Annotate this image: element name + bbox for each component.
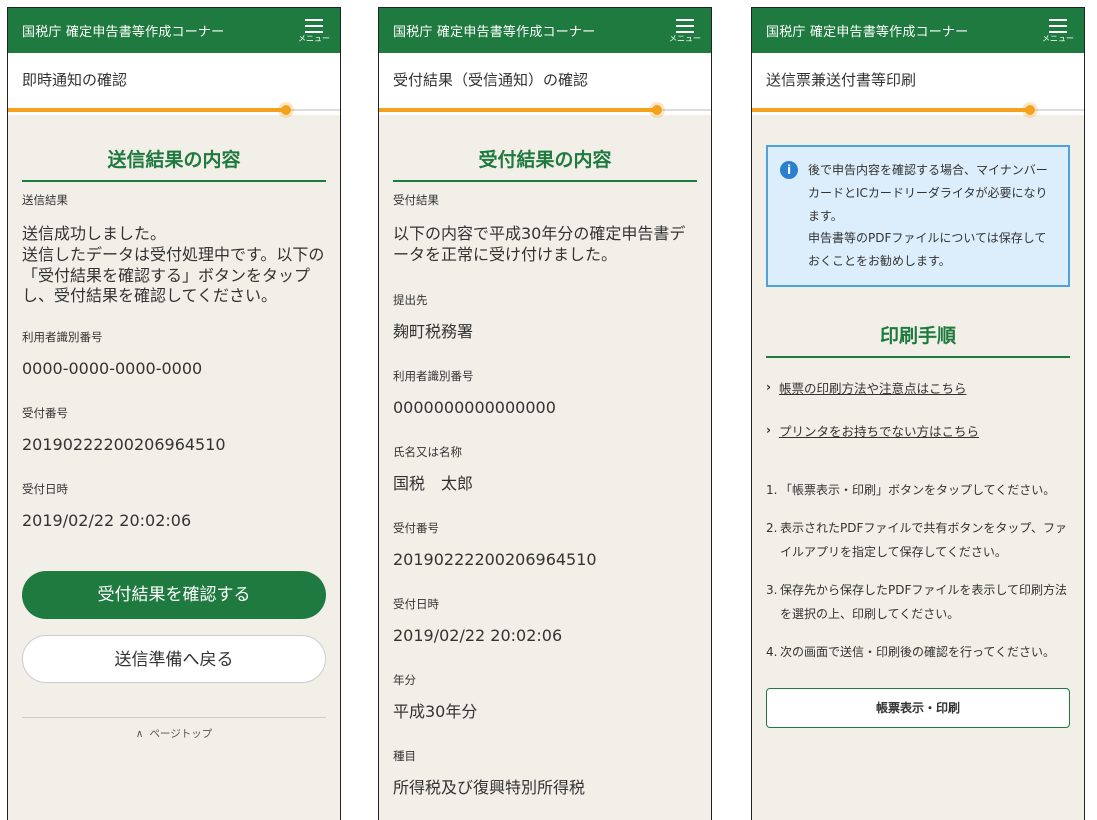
menu-button[interactable]: メニュー xyxy=(1042,18,1074,43)
chevron-right-icon: › xyxy=(766,423,771,438)
receipt-time-label: 受付日時 xyxy=(393,596,439,611)
user-id-label: 利用者識別番号 xyxy=(22,330,103,345)
app-header: 国税庁 確定申告書等作成コーナー メニュー xyxy=(752,8,1084,53)
result-label: 送信結果 xyxy=(22,193,68,207)
item-label: 種目 xyxy=(393,748,416,763)
print-method-link-text: 帳票の印刷方法や注意点はこちら xyxy=(778,380,967,396)
section-title: 印刷手順 xyxy=(766,287,1070,358)
screen-instant-notice: 国税庁 確定申告書等作成コーナー メニュー 即時通知の確認 送信結果の内容 送信… xyxy=(7,7,341,820)
user-id-label: 利用者識別番号 xyxy=(393,368,474,383)
hamburger-icon xyxy=(305,18,323,33)
menu-button[interactable]: メニュー xyxy=(298,18,330,43)
list-item: 3. 保存先から保存したPDFファイルを表示して印刷方法を選択の上、印刷してくだ… xyxy=(766,582,1068,621)
info-text-2: 申告書等のPDFファイルについては保存しておくことをお勧めします。 xyxy=(808,231,1047,269)
app-title: 国税庁 確定申告書等作成コーナー xyxy=(22,25,225,40)
progress-bar xyxy=(8,105,340,115)
result-label: 受付結果 xyxy=(393,193,439,207)
result-text: 送信成功しました。 送信したデータは受付処理中です。以下の「受付結果を確認する」… xyxy=(22,224,325,306)
submit-to-value: 麹町税務署 xyxy=(393,321,474,341)
list-item: 1. 「帳票表示・印刷」ボタンをタップしてください。 xyxy=(766,482,1056,497)
list-item: 4. 次の画面で送信・印刷後の確認を行ってください。 xyxy=(766,644,1056,659)
back-to-prep-button[interactable]: 送信準備へ戻る xyxy=(22,635,326,684)
check-result-button[interactable]: 受付結果を確認する xyxy=(22,571,326,620)
app-title: 国税庁 確定申告書等作成コーナー xyxy=(393,25,596,40)
app-title: 国税庁 確定申告書等作成コーナー xyxy=(766,25,969,40)
user-id-value: 0000000000000000 xyxy=(393,397,556,417)
receipt-no-value: 20190222200206964510 xyxy=(22,435,226,455)
hamburger-icon xyxy=(676,18,694,33)
receipt-no-value: 20190222200206964510 xyxy=(393,549,597,569)
info-icon: i xyxy=(780,161,798,179)
app-header: 国税庁 確定申告書等作成コーナー メニュー xyxy=(8,8,340,53)
year-label: 年分 xyxy=(393,672,416,687)
hamburger-icon xyxy=(1049,18,1067,33)
screen-receipt-result: 国税庁 確定申告書等作成コーナー メニュー 受付結果（受信通知）の確認 受付結果… xyxy=(378,7,712,820)
menu-button[interactable]: メニュー xyxy=(669,18,701,43)
chevron-right-icon: › xyxy=(766,380,771,395)
no-printer-link-text: プリンタをお持ちでない方はこちら xyxy=(778,423,979,439)
app-header: 国税庁 確定申告書等作成コーナー メニュー xyxy=(379,8,711,53)
result-text: 以下の内容で平成30年分の確定申告書データを正常に受け付けました。 xyxy=(393,224,686,264)
page-title: 即時通知の確認 xyxy=(8,53,340,105)
receipt-no-label: 受付番号 xyxy=(393,520,439,535)
list-item: 2. 表示されたPDFファイルで共有ボタンをタップ、ファイルアプリを指定して保存… xyxy=(766,520,1068,559)
name-value: 国税 太郎 xyxy=(393,473,474,493)
menu-label: メニュー xyxy=(1042,33,1074,43)
menu-label: メニュー xyxy=(669,33,701,43)
section-title: 送信結果の内容 xyxy=(22,115,326,182)
page-top-label: ページトップ xyxy=(149,728,213,741)
screen-print-forms: 国税庁 確定申告書等作成コーナー メニュー 送信票兼送付書等印刷 i 後で申告内… xyxy=(751,7,1085,820)
item-value: 所得税及び復興特別所得税 xyxy=(393,777,586,797)
name-label: 氏名又は名称 xyxy=(393,444,462,459)
receipt-time-label: 受付日時 xyxy=(22,482,68,497)
user-id-value: 0000-0000-0000-0000 xyxy=(22,359,203,379)
page-title: 受付結果（受信通知）の確認 xyxy=(379,53,711,105)
receipt-time-value: 2019/02/22 20:02:06 xyxy=(22,511,192,531)
section-title: 受付結果の内容 xyxy=(393,115,697,182)
info-notice: i 後で申告内容を確認する場合、マイナンバーカードとICカードリーダライタが必要… xyxy=(766,145,1070,287)
receipt-time-value: 2019/02/22 20:02:06 xyxy=(393,625,563,645)
page-top-link[interactable]: ∧ ページトップ xyxy=(22,717,326,741)
no-printer-link[interactable]: › プリンタをお持ちでない方はこちら xyxy=(766,421,1070,440)
chevron-up-icon: ∧ xyxy=(135,728,144,741)
info-text-1: 後で申告内容を確認する場合、マイナンバーカードとICカードリーダライタが必要にな… xyxy=(808,163,1048,223)
print-steps: 1. 「帳票表示・印刷」ボタンをタップしてください。 2. 表示されたPDFファ… xyxy=(766,478,1070,664)
print-method-link[interactable]: › 帳票の印刷方法や注意点はこちら xyxy=(766,378,1070,397)
page-title: 送信票兼送付書等印刷 xyxy=(752,53,1084,105)
menu-label: メニュー xyxy=(298,33,330,43)
progress-bar xyxy=(752,105,1084,115)
year-value: 平成30年分 xyxy=(393,701,478,721)
submit-to-label: 提出先 xyxy=(393,292,428,307)
receipt-no-label: 受付番号 xyxy=(22,406,68,421)
print-forms-button[interactable]: 帳票表示・印刷 xyxy=(766,687,1070,728)
progress-bar xyxy=(379,105,711,115)
